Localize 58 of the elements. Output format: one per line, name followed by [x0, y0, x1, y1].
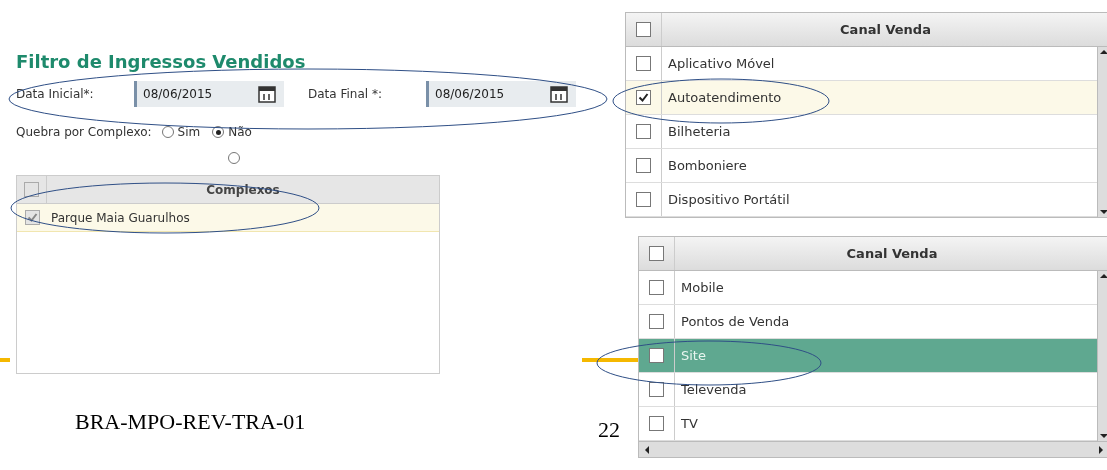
- table-cell-text: Aplicativo Móvel: [667, 54, 775, 73]
- field-label: Quebra por Complexo:: [16, 124, 152, 141]
- checkbox[interactable]: [636, 192, 651, 207]
- table-cell-text: Televenda: [680, 380, 747, 399]
- radio-option[interactable]: Não: [212, 123, 252, 141]
- scrollbar[interactable]: [1097, 47, 1107, 217]
- checkbox[interactable]: [636, 22, 651, 37]
- table-row[interactable]: Dispositivo Portátil: [626, 183, 1097, 217]
- checkbox[interactable]: [649, 416, 664, 431]
- radio-option[interactable]: Sim: [161, 123, 201, 141]
- table-row[interactable]: Pontos de Venda: [639, 305, 1097, 339]
- table-row[interactable]: Aplicativo Móvel: [626, 47, 1097, 81]
- right-arrow-icon[interactable]: [1097, 444, 1105, 455]
- field-label: Data Final *:: [308, 86, 383, 103]
- table-cell-text: Parque Maia Guarulhos: [50, 209, 190, 227]
- horizontal-scrollbar[interactable]: [639, 441, 1107, 457]
- radio-button[interactable]: [228, 152, 240, 164]
- checkbox[interactable]: [649, 246, 664, 261]
- down-arrow-icon[interactable]: [1098, 207, 1107, 217]
- field-label: Data Inicial*:: [16, 86, 95, 103]
- table-row[interactable]: Televenda: [639, 373, 1097, 407]
- checkbox[interactable]: [636, 56, 651, 71]
- table-cell-text: Dispositivo Portátil: [667, 190, 790, 209]
- radio-button[interactable]: [212, 126, 225, 138]
- down-arrow-icon[interactable]: [1098, 431, 1107, 441]
- column-header: Canal Venda: [845, 244, 939, 263]
- table-cell-text: TV: [680, 414, 698, 433]
- checkbox[interactable]: [649, 314, 664, 329]
- column-header: Canal Venda: [839, 20, 932, 39]
- calendar-icon[interactable]: [258, 85, 276, 103]
- up-arrow-icon[interactable]: [1098, 271, 1107, 281]
- table-cell-text: Bilheteria: [667, 122, 731, 141]
- date-field[interactable]: 08/06/2015: [426, 81, 576, 107]
- document-code: BRA-MPO-REV-TRA-01: [75, 408, 306, 436]
- table-row[interactable]: TV: [639, 407, 1097, 441]
- table-cell-text: Mobile: [680, 278, 724, 297]
- table-cell-text: Site: [680, 346, 706, 365]
- checkbox[interactable]: [649, 280, 664, 295]
- calendar-icon[interactable]: [550, 85, 568, 103]
- table-cell-text: Pontos de Venda: [680, 312, 790, 331]
- up-arrow-icon[interactable]: [1098, 47, 1107, 57]
- checkbox[interactable]: [649, 348, 664, 363]
- form-title: Filtro de Ingressos Vendidos: [16, 50, 307, 74]
- date-field[interactable]: 08/06/2015: [134, 81, 284, 107]
- page-number: 22: [598, 416, 620, 444]
- table-row[interactable]: Mobile: [639, 271, 1097, 305]
- table-row[interactable]: Bomboniere: [626, 149, 1097, 183]
- table-cell-text: Autoatendimento: [667, 88, 782, 107]
- table-row[interactable]: Bilheteria: [626, 115, 1097, 149]
- scrollbar[interactable]: [1097, 271, 1107, 441]
- checkbox[interactable]: [636, 158, 651, 173]
- left-arrow-icon[interactable]: [643, 444, 651, 455]
- checkbox[interactable]: [636, 90, 651, 105]
- table-row[interactable]: Autoatendimento: [626, 81, 1097, 115]
- table-cell-text: Bomboniere: [667, 156, 747, 175]
- radio-button[interactable]: [161, 126, 174, 138]
- column-header: Complexos: [205, 181, 281, 199]
- checkbox[interactable]: [636, 124, 651, 139]
